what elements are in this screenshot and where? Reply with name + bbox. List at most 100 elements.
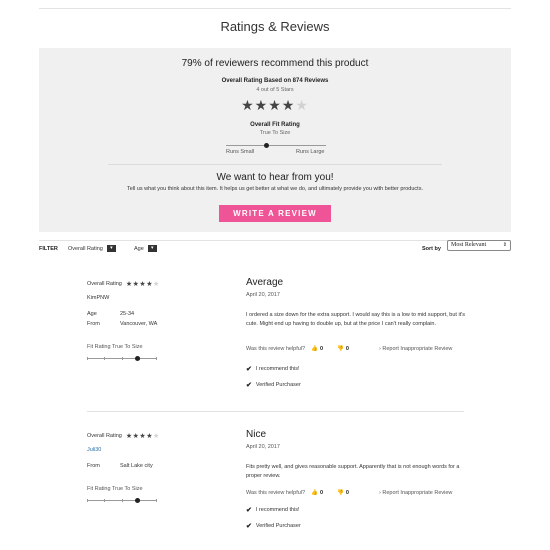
filter-overall-rating-label: Overall Rating xyxy=(68,245,103,252)
helpful-up-button[interactable]: 👍 0 xyxy=(311,346,323,352)
filter-age-label: Age xyxy=(134,245,144,252)
hear-text: Tell us what you think about this item. … xyxy=(127,186,423,192)
review-from: From Salt Lake city xyxy=(87,463,153,469)
star-icon: ★ xyxy=(281,97,296,113)
helpful-down-button[interactable]: 👎 0 xyxy=(337,346,349,352)
helpful-down-button[interactable]: 👎 0 xyxy=(337,490,349,496)
star-icon: ★ xyxy=(254,97,269,113)
helpful-up-button[interactable]: 👍 0 xyxy=(311,490,323,496)
overall-rating-label: Overall Rating Based on 874 Reviews xyxy=(221,78,329,84)
review-divider xyxy=(87,411,464,412)
hear-title: We want to hear from you! xyxy=(216,172,334,183)
review-date: April 20, 2017 xyxy=(246,292,280,298)
fit-tick xyxy=(122,357,123,360)
review-fit-label: Fit Rating True To Size xyxy=(87,486,143,492)
thumbs-down-icon: 👎 xyxy=(337,490,344,496)
star-icon: ★ xyxy=(268,97,282,113)
review-helpful: Was this review helpful? 👍 0 👎 0 xyxy=(246,490,349,496)
filter-label: FILTER xyxy=(39,246,58,252)
review-from-label: From xyxy=(87,463,100,469)
review-overall-label: Overall Rating xyxy=(87,281,122,287)
review-fit-indicator xyxy=(135,356,140,361)
thumbs-up-icon: 👍 xyxy=(311,490,318,496)
fit-tick xyxy=(156,357,157,360)
sort-select[interactable]: Most Relevant ⇕ xyxy=(447,240,511,251)
review-title: Average xyxy=(246,277,284,288)
review-username[interactable]: Juli30 xyxy=(87,447,101,453)
review-from-value: Salt Lake city xyxy=(120,463,153,469)
verified-text: Verified Purchaser xyxy=(255,382,301,388)
checkmark-icon: ✔ xyxy=(246,366,252,373)
review-from: From Vancouver, WA xyxy=(87,321,157,327)
review-recommend: ✔ I recommend this! xyxy=(246,365,300,373)
star-icon: ★ xyxy=(125,433,133,440)
helpful-label: Was this review helpful? xyxy=(246,490,306,496)
verified-text: Verified Purchaser xyxy=(255,523,301,529)
sort-select-value: Most Relevant xyxy=(451,242,487,248)
fit-tick xyxy=(87,499,88,502)
star-icon: ★ xyxy=(146,281,153,288)
fit-runs-small: Runs Small xyxy=(226,149,255,155)
star-empty-icon: ★ xyxy=(152,281,160,288)
review-star-rating: ★★★★★ xyxy=(126,432,160,440)
overall-star-rating: ★★★★★ xyxy=(39,97,511,114)
thumbs-down-icon: 👎 xyxy=(337,346,344,352)
review-age-label: Age xyxy=(87,311,97,317)
review-fit-indicator xyxy=(135,498,140,503)
review-username: KimPNW xyxy=(87,295,110,301)
sort-arrows-icon: ⇕ xyxy=(502,243,507,248)
sort-label: Sort by xyxy=(422,246,441,252)
review-body: I ordered a size down for the extra supp… xyxy=(246,312,466,327)
top-divider xyxy=(39,8,511,9)
page-title: Ratings & Reviews xyxy=(220,19,330,34)
review-date: April 20, 2017 xyxy=(246,444,280,450)
report-review-link[interactable]: › Report Inappropriate Review xyxy=(379,346,452,352)
recommend-text: I recommend this! xyxy=(255,507,300,513)
review-recommend: ✔ I recommend this! xyxy=(246,506,300,514)
star-icon: ★ xyxy=(146,433,153,440)
review-helpful: Was this review helpful? 👍 0 👎 0 xyxy=(246,346,349,352)
chevron-right-icon: › xyxy=(379,490,381,496)
star-empty-icon: ★ xyxy=(295,97,309,113)
ratings-summary-panel: 79% of reviewers recommend this product … xyxy=(39,48,511,232)
overall-rating-sub: 4 out of 5 Stars xyxy=(256,87,294,93)
thumbs-up-icon: 👍 xyxy=(311,346,318,352)
fit-tick xyxy=(87,357,88,360)
fit-rating-track xyxy=(226,143,326,148)
review-verified: ✔ Verified Purchaser xyxy=(246,522,301,530)
review-title: Nice xyxy=(246,429,267,440)
helpful-up-count: 0 xyxy=(319,490,324,496)
fit-rating-indicator xyxy=(264,143,269,148)
review-from-value: Vancouver, WA xyxy=(120,321,158,327)
helpful-down-count: 0 xyxy=(345,346,349,352)
helpful-down-count: 0 xyxy=(345,490,349,496)
checkmark-icon: ✔ xyxy=(246,523,252,530)
review-age: Age 25-34 xyxy=(87,311,134,317)
chevron-down-icon: ▾ xyxy=(147,245,157,252)
chevron-right-icon: › xyxy=(379,346,381,352)
fit-rating-label: Overall Fit Rating xyxy=(250,122,300,128)
checkmark-icon: ✔ xyxy=(246,382,252,389)
review-overall-label: Overall Rating xyxy=(87,433,122,439)
filter-age[interactable]: Age ▾ xyxy=(134,245,157,252)
review-fit-track xyxy=(87,498,157,503)
fit-runs-large: Runs Large xyxy=(296,149,325,155)
chevron-down-icon: ▾ xyxy=(106,245,116,252)
checkmark-icon: ✔ xyxy=(246,507,252,514)
report-review-label: Report Inappropriate Review xyxy=(382,490,453,496)
write-review-button[interactable]: WRITE A REVIEW xyxy=(219,205,331,222)
review-age-value: 25-34 xyxy=(120,311,135,317)
recommend-text: I recommend this! xyxy=(255,366,300,372)
review-star-rating: ★★★★★ xyxy=(126,280,160,288)
filter-overall-rating[interactable]: Overall Rating ▾ xyxy=(68,245,116,252)
review-body: Fits pretty well, and gives reasonable s… xyxy=(246,464,460,479)
review-overall-rating: Overall Rating ★★★★★ xyxy=(87,280,160,288)
filter-divider xyxy=(39,240,511,241)
review-fit-label: Fit Rating True To Size xyxy=(87,344,143,350)
fit-tick xyxy=(156,499,157,502)
helpful-label: Was this review helpful? xyxy=(246,346,306,352)
fit-tick xyxy=(122,499,123,502)
review-verified: ✔ Verified Purchaser xyxy=(246,381,301,389)
report-review-link[interactable]: › Report Inappropriate Review xyxy=(379,490,452,496)
fit-tick xyxy=(104,499,105,502)
